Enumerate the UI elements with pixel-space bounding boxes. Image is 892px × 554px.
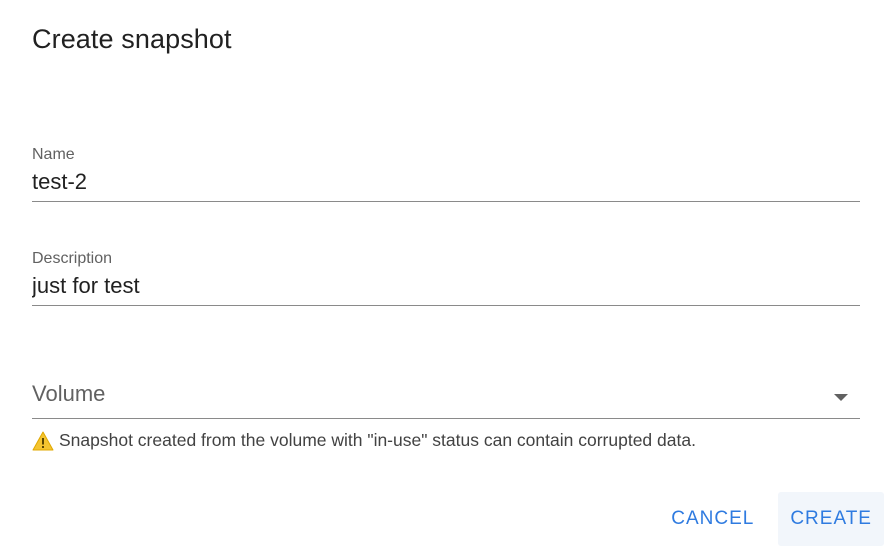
warning-message: Snapshot created from the volume with "i… (32, 430, 696, 451)
description-label: Description (32, 250, 113, 267)
warning-text: Snapshot created from the volume with "i… (59, 430, 696, 450)
name-underline (32, 201, 860, 202)
volume-underline (32, 418, 860, 419)
description-input[interactable] (32, 271, 860, 301)
dialog-title: Create snapshot (32, 24, 232, 54)
volume-placeholder: Volume (32, 381, 106, 406)
name-input[interactable] (32, 167, 860, 197)
dropdown-arrow-icon[interactable] (834, 394, 848, 401)
name-label: Name (32, 146, 75, 163)
create-snapshot-dialog: Create snapshot Name Description Volume … (0, 0, 892, 554)
name-field[interactable]: Name (32, 145, 860, 202)
description-underline (32, 305, 860, 306)
create-button[interactable]: CREATE (778, 492, 884, 546)
description-field[interactable]: Description (32, 249, 860, 306)
volume-select[interactable]: Volume (32, 378, 860, 419)
warning-icon (32, 431, 54, 450)
dialog-actions: CANCEL CREATE (659, 492, 884, 546)
cancel-button[interactable]: CANCEL (659, 492, 766, 546)
